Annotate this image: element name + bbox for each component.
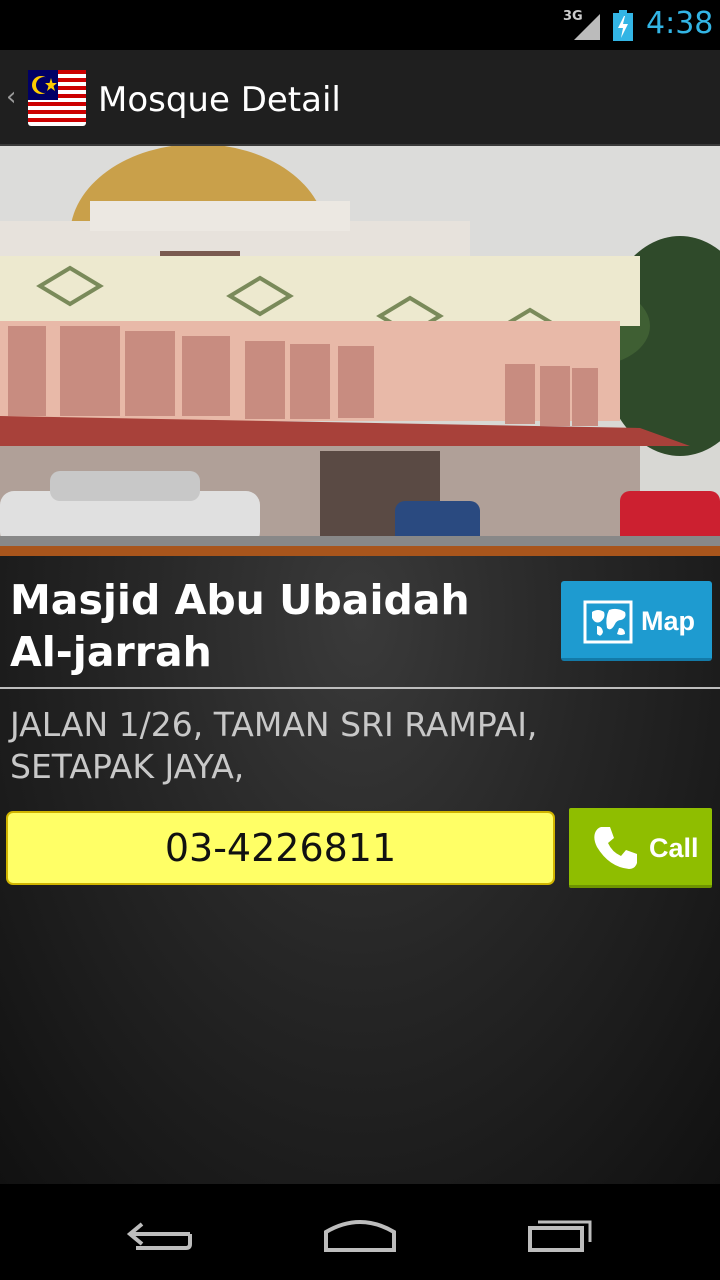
recent-apps-icon[interactable] — [520, 1210, 600, 1254]
battery-charging-icon — [613, 10, 633, 41]
mosque-address: JALAN 1/26, TAMAN SRI RAMPAI, SETAPAK JA… — [10, 705, 538, 786]
divider — [0, 687, 720, 689]
signal-icon — [574, 14, 600, 40]
map-button[interactable]: Map — [561, 581, 712, 661]
clock: 4:38 — [646, 6, 714, 41]
action-bar: ‹ Mosque Detail — [0, 50, 720, 146]
navigation-bar — [0, 1184, 720, 1280]
mosque-photo — [0, 146, 720, 546]
malaysia-flag-icon[interactable] — [28, 70, 86, 126]
call-button[interactable]: Call — [569, 808, 712, 888]
map-button-label: Map — [641, 606, 695, 636]
phone-icon — [594, 827, 637, 869]
home-icon[interactable] — [320, 1210, 400, 1254]
detail-panel: Masjid Abu Ubaidah Al-jarrah Map JALAN 1… — [0, 556, 720, 1184]
mosque-name: Masjid Abu Ubaidah Al-jarrah — [10, 576, 470, 676]
up-caret-icon[interactable]: ‹ — [6, 82, 16, 112]
photo-accent-band — [0, 546, 720, 556]
status-bar: 3G 4:38 — [0, 0, 720, 50]
page-title: Mosque Detail — [98, 80, 341, 120]
call-button-label: Call — [649, 833, 699, 863]
back-icon[interactable] — [120, 1210, 200, 1254]
map-icon — [583, 600, 633, 644]
phone-number-field[interactable]: 03-4226811 — [6, 811, 555, 885]
